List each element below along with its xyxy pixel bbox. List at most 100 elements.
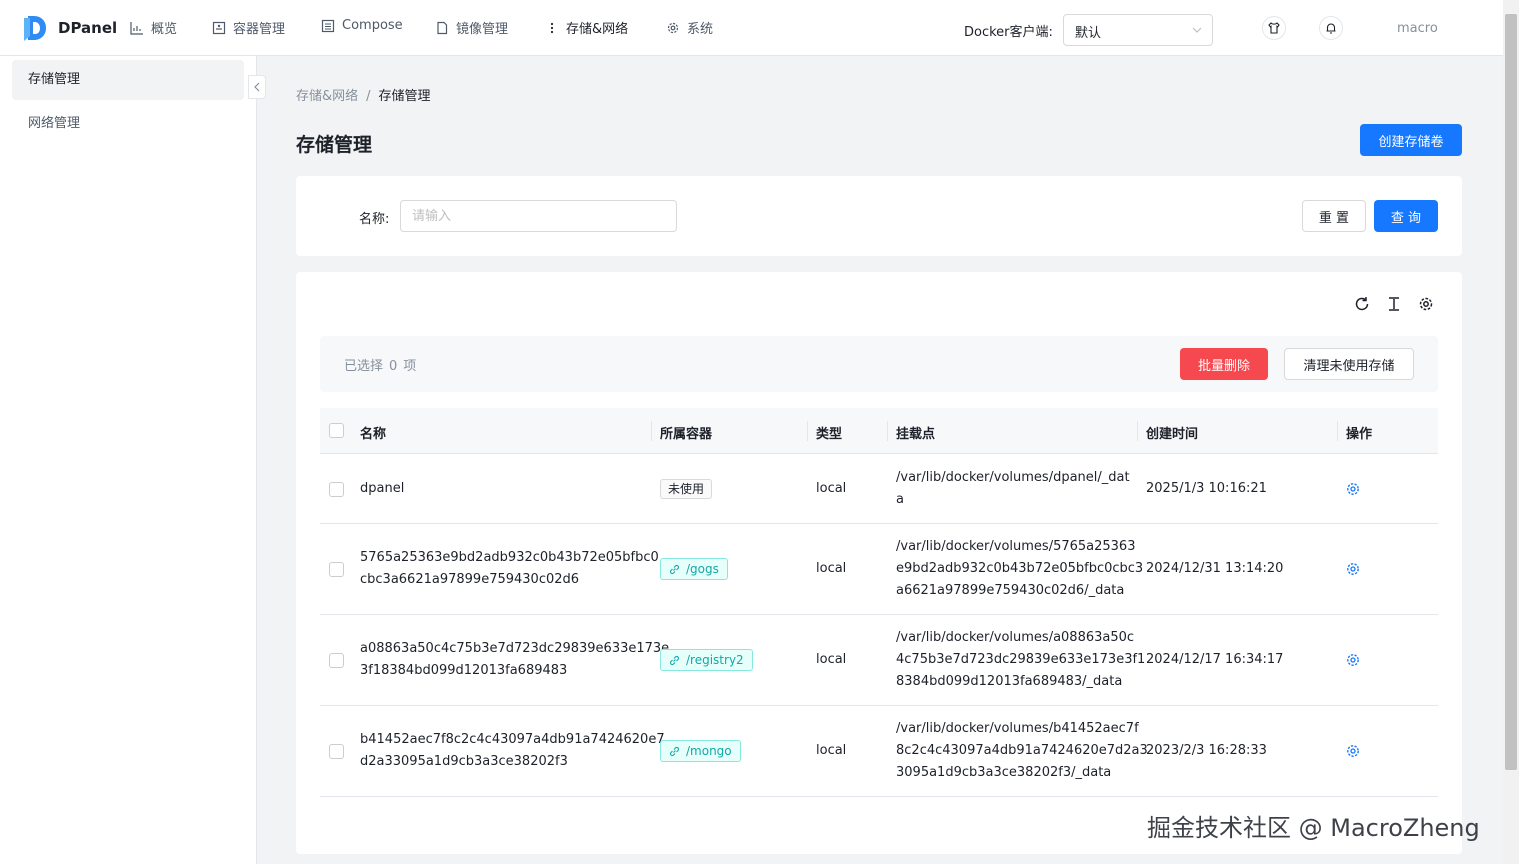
volume-created: 2024/12/17 16:34:17: [1146, 652, 1284, 667]
link-icon: [669, 655, 680, 665]
row-checkbox[interactable]: [329, 482, 344, 497]
shirt-icon: [1268, 22, 1280, 34]
nav-overview[interactable]: 概览: [130, 18, 177, 37]
selection-bar: 已选择 0 项: [320, 336, 1438, 392]
nav-containers[interactable]: 容器管理: [212, 18, 285, 37]
volume-name: b41452aec7f8c2c4c43097a4db91a7424620e7 d2…: [360, 732, 665, 769]
link-icon: [669, 746, 680, 756]
sidebar-item-label: 网络管理: [28, 116, 81, 131]
sidebar: 存储管理 网络管理: [0, 56, 257, 864]
column-divider: [1137, 421, 1138, 441]
volume-mount: /var/lib/docker/volumes/b41452aec7f 8c2c4…: [896, 721, 1148, 780]
container-link-tag[interactable]: /registry2: [660, 649, 753, 671]
row-settings-gear-icon[interactable]: [1345, 743, 1361, 759]
container-link-tag[interactable]: /mongo: [660, 740, 741, 762]
gear-icon: [667, 22, 679, 33]
selection-count: 0: [389, 359, 398, 374]
selection-suffix: 项: [403, 359, 417, 374]
table-row[interactable]: a08863a50c4c75b3e7d723dc29839e633e173e 3f…: [320, 615, 1438, 706]
row-settings-gear-icon[interactable]: [1345, 561, 1361, 577]
volume-mount: /var/lib/docker/volumes/5765a25363 e9bd2a…: [896, 539, 1144, 598]
column-divider: [887, 421, 888, 441]
container-link-label: /registry2: [686, 653, 744, 667]
query-button[interactable]: 查 询: [1374, 200, 1438, 232]
sidebar-item-network[interactable]: 网络管理: [12, 104, 244, 144]
theme-button[interactable]: [1262, 16, 1286, 40]
volume-created: 2024/12/31 13:14:20: [1146, 561, 1284, 576]
clean-unused-button[interactable]: 清理未使用存储: [1284, 348, 1414, 380]
table-row[interactable]: 5765a25363e9bd2adb932c0b43b72e05bfbc0 cbc…: [320, 524, 1438, 615]
volume-type: local: [816, 481, 847, 496]
column-header-type[interactable]: 类型: [816, 423, 842, 442]
column-header-name[interactable]: 名称: [360, 423, 386, 442]
refresh-icon[interactable]: [1353, 295, 1371, 313]
volume-name: dpanel: [360, 481, 405, 496]
column-header-created[interactable]: 创建时间: [1146, 423, 1198, 442]
reset-button[interactable]: 重 置: [1302, 200, 1366, 232]
row-settings-gear-icon[interactable]: [1345, 481, 1361, 497]
column-header-container[interactable]: 所属容器: [660, 423, 712, 442]
column-header-actions: 操作: [1346, 427, 1373, 442]
notification-button[interactable]: [1319, 16, 1343, 40]
volume-mount: /var/lib/docker/volumes/a08863a50c 4c75b3…: [896, 630, 1146, 689]
volume-created: 2025/1/3 10:16:21: [1146, 481, 1267, 496]
container-link-tag[interactable]: /gogs: [660, 558, 728, 580]
breadcrumb-parent[interactable]: 存储&网络: [296, 89, 358, 104]
nav-images[interactable]: 镜像管理: [435, 18, 508, 37]
nav-label: Compose: [342, 18, 403, 33]
top-bar: DPanel 概览 容器管理 Compose 镜像管理 存储&网络 系统 Doc…: [0, 0, 1503, 56]
compose-icon: [321, 19, 335, 32]
docker-client-label: Docker客户端:: [964, 25, 1053, 40]
user-name[interactable]: macro: [1397, 21, 1438, 36]
volume-type: local: [816, 743, 847, 758]
create-volume-button[interactable]: 创建存储卷: [1360, 124, 1462, 156]
scrollbar-thumb[interactable]: [1505, 14, 1517, 770]
bell-icon: [1326, 23, 1336, 34]
watermark: 掘金技术社区 @ MacroZheng: [1147, 814, 1480, 842]
batch-delete-button[interactable]: 批量删除: [1180, 348, 1268, 380]
settings-icon[interactable]: [1417, 295, 1435, 313]
column-divider: [651, 421, 652, 441]
column-header-mount[interactable]: 挂载点: [896, 423, 935, 442]
volume-name: a08863a50c4c75b3e7d723dc29839e633e173e 3f…: [360, 641, 670, 678]
app-logo[interactable]: DPanel: [22, 14, 117, 42]
selection-prefix: 已选择: [344, 359, 384, 374]
sidebar-item-label: 存储管理: [28, 72, 81, 87]
row-checkbox[interactable]: [329, 744, 344, 759]
app-name: DPanel: [58, 19, 118, 37]
sidebar-collapse-button[interactable]: [248, 75, 266, 99]
container-link-label: /gogs: [686, 562, 719, 576]
nav-label: 系统: [687, 22, 714, 37]
volume-mount: /var/lib/docker/volumes/dpanel/_dat a: [896, 470, 1130, 507]
nav-storage-network[interactable]: 存储&网络: [545, 18, 628, 37]
breadcrumb: 存储&网络 / 存储管理: [296, 85, 431, 104]
docker-client-value: 默认: [1075, 26, 1102, 41]
container-icon: [212, 21, 226, 34]
breadcrumb-separator: /: [366, 89, 371, 104]
container-tag-unused: 未使用: [660, 479, 713, 499]
link-icon: [669, 564, 680, 574]
table-header: 名称 所属容器 类型 挂载点 创建时间 操作: [320, 408, 1438, 454]
page-scrollbar[interactable]: [1503, 0, 1519, 864]
row-settings-gear-icon[interactable]: [1345, 652, 1361, 668]
volume-type: local: [816, 652, 847, 667]
table-row[interactable]: dpanel 未使用 local /var/lib/docker/volumes…: [320, 455, 1438, 524]
select-all-checkbox[interactable]: [329, 423, 344, 438]
file-icon: [437, 21, 448, 34]
table-row[interactable]: b41452aec7f8c2c4c43097a4db91a7424620e7 d2…: [320, 706, 1438, 797]
sidebar-item-storage[interactable]: 存储管理: [12, 60, 244, 100]
search-name-label: 名称:: [359, 212, 390, 227]
nav-label: 存储&网络: [566, 22, 629, 37]
nav-label: 概览: [151, 22, 178, 37]
page-title: 存储管理: [296, 134, 373, 156]
dpanel-logo-icon: [24, 16, 46, 41]
search-name-input[interactable]: [400, 200, 677, 232]
nav-compose[interactable]: Compose: [321, 18, 403, 33]
column-height-icon[interactable]: [1385, 295, 1403, 313]
row-checkbox[interactable]: [329, 562, 344, 577]
chevron-down-icon: [1192, 27, 1202, 33]
docker-client-select[interactable]: 默认: [1063, 14, 1213, 46]
nav-system[interactable]: 系统: [666, 18, 713, 37]
row-checkbox[interactable]: [329, 653, 344, 668]
nav-label: 镜像管理: [456, 22, 509, 37]
